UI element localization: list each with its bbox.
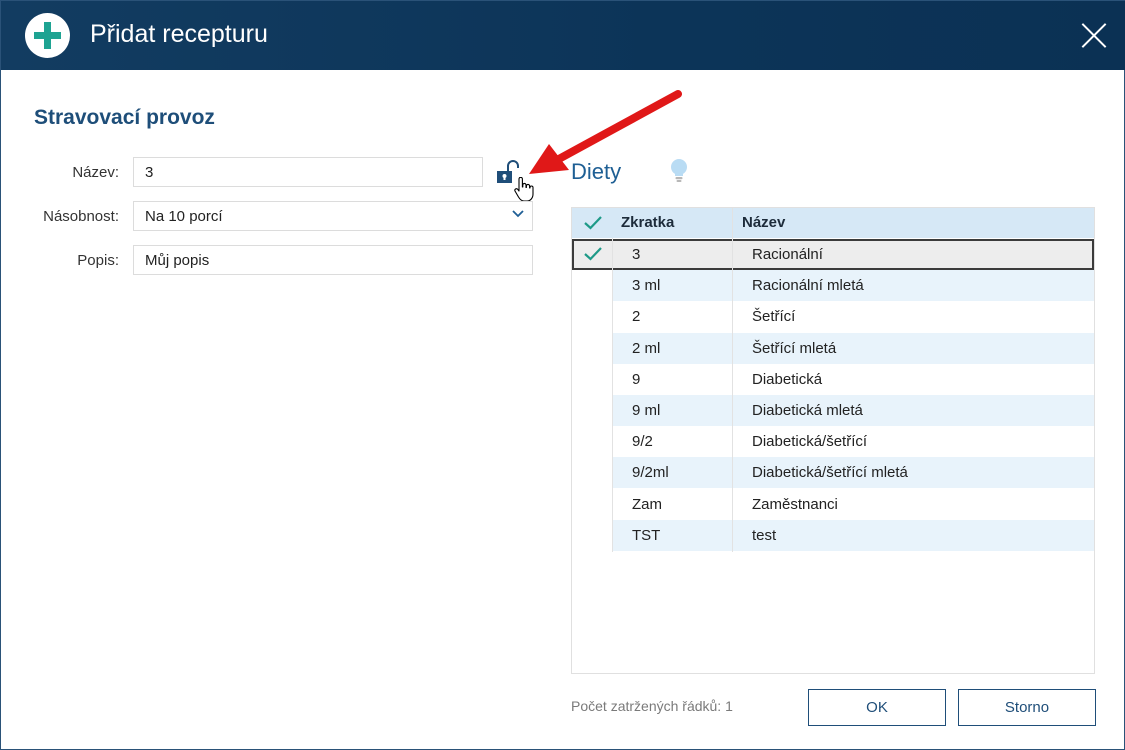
close-icon[interactable] bbox=[1080, 21, 1108, 49]
cell-name: Šetřící mletá bbox=[752, 339, 837, 357]
multiplicity-select[interactable]: Na 10 porcí bbox=[133, 201, 533, 231]
cell-name: Diabetická bbox=[752, 370, 823, 388]
column-header-code[interactable]: Zkratka bbox=[621, 214, 674, 231]
row-checkbox[interactable] bbox=[572, 426, 612, 458]
cell-code: TST bbox=[632, 526, 661, 544]
diets-title: Diety bbox=[571, 159, 622, 184]
table-row[interactable]: 9 Diabetická bbox=[572, 363, 1094, 395]
cell-name: Zaměstnanci bbox=[752, 495, 838, 513]
table-row[interactable]: 3 ml Racionální mletá bbox=[572, 270, 1094, 302]
cell-code: 3 ml bbox=[632, 277, 661, 295]
row-checkbox[interactable] bbox=[572, 239, 612, 270]
cell-code: 9 bbox=[632, 370, 641, 388]
plus-icon bbox=[25, 13, 70, 58]
table-row[interactable]: 3 Racionální bbox=[572, 239, 1094, 270]
cell-name: test bbox=[752, 526, 777, 544]
cell-code: 9/2 bbox=[632, 433, 653, 451]
row-checkbox[interactable] bbox=[572, 332, 612, 364]
check-all-icon[interactable] bbox=[584, 216, 602, 230]
add-recipe-dialog: Přidat recepturu Stravovací provoz Název… bbox=[0, 0, 1125, 750]
column-header-name[interactable]: Název bbox=[742, 214, 785, 231]
cell-code: 3 bbox=[632, 246, 641, 263]
table-header: Zkratka Název bbox=[572, 208, 1094, 238]
cell-code: Zam bbox=[632, 495, 662, 513]
multiplicity-value: Na 10 porcí bbox=[145, 208, 223, 225]
table-row[interactable]: Zam Zaměstnanci bbox=[572, 488, 1094, 520]
checkmark-icon bbox=[584, 247, 602, 261]
table-row[interactable]: 9 ml Diabetická mletá bbox=[572, 395, 1094, 426]
cell-name: Racionální mletá bbox=[752, 277, 864, 295]
section-title: Stravovací provoz bbox=[34, 106, 215, 129]
row-checkbox[interactable] bbox=[572, 363, 612, 395]
ok-button[interactable]: OK bbox=[808, 689, 946, 726]
cell-name: Diabetická mletá bbox=[752, 402, 863, 419]
row-checkbox[interactable] bbox=[572, 457, 612, 489]
column-divider bbox=[612, 238, 613, 552]
description-input[interactable]: Můj popis bbox=[133, 245, 533, 275]
dialog-title: Přidat recepturu bbox=[90, 20, 268, 48]
lightbulb-icon[interactable] bbox=[667, 157, 691, 185]
title-bar: Přidat recepturu bbox=[1, 1, 1125, 70]
cell-code: 9/2ml bbox=[632, 464, 669, 482]
cell-name: Diabetická/šetřící mletá bbox=[752, 464, 908, 482]
row-checkbox[interactable] bbox=[572, 270, 612, 302]
multiplicity-label: Násobnost: bbox=[43, 208, 119, 225]
diets-table: Zkratka Název 3 Racionální 3 ml Racionální … bbox=[571, 207, 1095, 674]
hand-cursor-icon bbox=[514, 176, 534, 203]
chevron-down-icon bbox=[512, 210, 524, 218]
cell-name: Šetřící bbox=[752, 308, 796, 326]
name-label: Název: bbox=[72, 164, 119, 181]
table-row[interactable]: 2 ml Šetřící mletá bbox=[572, 332, 1094, 364]
cancel-button[interactable]: Storno bbox=[958, 689, 1096, 726]
table-row[interactable]: TST test bbox=[572, 519, 1094, 551]
name-input[interactable]: 3 bbox=[133, 157, 483, 187]
cell-name: Racionální bbox=[752, 246, 823, 263]
table-row[interactable]: 9/2ml Diabetická/šetřící mletá bbox=[572, 457, 1094, 489]
cell-code: 9 ml bbox=[632, 402, 661, 419]
row-checkbox[interactable] bbox=[572, 519, 612, 551]
row-checkbox[interactable] bbox=[572, 488, 612, 520]
row-checkbox[interactable] bbox=[572, 395, 612, 426]
cell-code: 2 bbox=[632, 308, 641, 326]
description-label: Popis: bbox=[77, 252, 119, 269]
cell-code: 2 ml bbox=[632, 339, 661, 357]
checked-count: Počet zatržených řádků: 1 bbox=[571, 698, 733, 714]
cell-name: Diabetická/šetřící bbox=[752, 433, 868, 451]
table-row[interactable]: 9/2 Diabetická/šetřící bbox=[572, 426, 1094, 458]
row-checkbox[interactable] bbox=[572, 301, 612, 333]
column-divider bbox=[732, 208, 733, 552]
table-row[interactable]: 2 Šetřící bbox=[572, 301, 1094, 333]
